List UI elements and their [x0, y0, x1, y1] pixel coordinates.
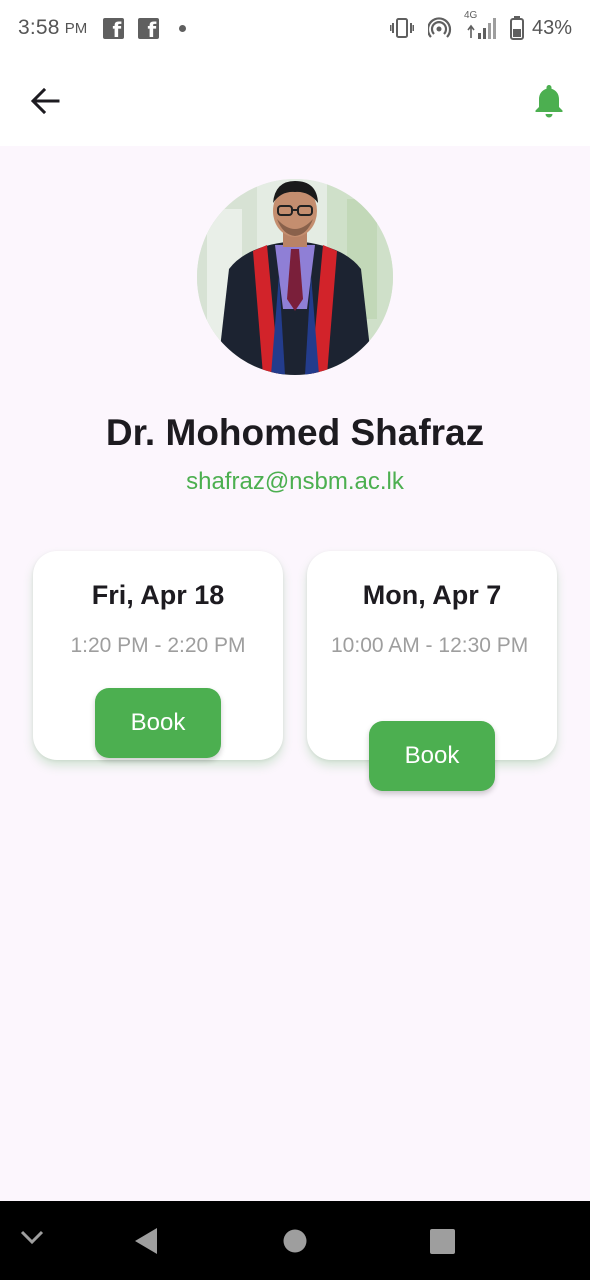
doctor-name: Dr. Mohomed Shafraz	[105, 412, 485, 453]
back-arrow-icon[interactable]	[30, 87, 60, 115]
battery-icon	[509, 16, 524, 40]
system-nav-bar	[0, 1201, 590, 1280]
screen: 3:58 PM 4G	[0, 0, 590, 1280]
signal-icon: 4G	[464, 10, 496, 40]
book-button[interactable]: Book	[95, 688, 221, 758]
status-bar: 3:58 PM 4G	[0, 0, 590, 56]
facebook-notification-icon	[138, 17, 160, 42]
more-notifications-dot-icon	[179, 24, 187, 32]
vibrate-icon	[389, 17, 414, 39]
status-ampm: PM	[64, 19, 88, 37]
home-circle-icon[interactable]	[283, 1229, 307, 1253]
doctor-email: shafraz@nsbm.ac.lk	[186, 468, 404, 495]
doctor-avatar	[197, 179, 393, 375]
chevron-down-icon[interactable]	[20, 1229, 44, 1245]
slot-date: Fri, Apr 18	[91, 580, 225, 610]
app-bar	[0, 56, 590, 146]
slot-time: 1:20 PM - 2:20 PM	[70, 634, 246, 657]
slot-time: 10:00 AM - 12:30 PM	[331, 634, 529, 657]
back-triangle-icon[interactable]	[133, 1227, 159, 1255]
status-icons: 4G 43%	[389, 10, 572, 40]
recents-square-icon[interactable]	[430, 1229, 455, 1254]
battery-level: 43%	[531, 16, 572, 39]
status-time: 3:58	[18, 16, 60, 39]
network-type: 4G	[463, 10, 478, 21]
hotspot-icon	[427, 16, 452, 40]
bell-icon[interactable]	[534, 84, 564, 118]
time-slot-card: Fri, Apr 18 1:20 PM - 2:20 PM Book	[33, 551, 283, 760]
time-slot-card: Mon, Apr 7 10:00 AM - 12:30 PM Book	[307, 551, 557, 791]
facebook-notification-icon	[103, 17, 125, 42]
slot-date: Mon, Apr 7	[362, 580, 502, 610]
book-button[interactable]: Book	[369, 721, 495, 791]
